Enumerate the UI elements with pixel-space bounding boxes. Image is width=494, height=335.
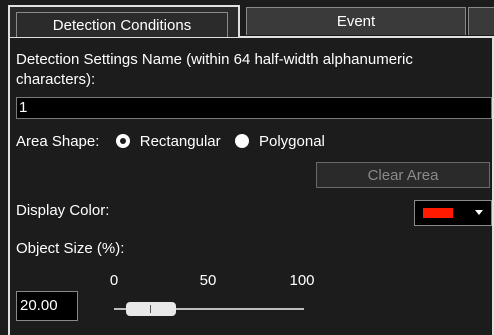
object-size-slider-thumb[interactable] [126,302,176,316]
tab-detection-conditions-label: Detection Conditions [52,16,192,34]
radio-rectangular[interactable]: Rectangular [115,133,225,150]
tab-event[interactable]: Event [246,7,466,35]
radio-polygonal[interactable]: Polygonal [234,133,325,150]
radio-rectangular-label: Rectangular [139,133,221,150]
detection-conditions-panel: Detection Settings Name (within 64 half-… [8,36,494,335]
chevron-down-icon [475,210,483,215]
display-color-swatch [423,208,453,218]
detection-settings-name-label: Detection Settings Name (within 64 half-… [16,51,413,68]
clear-area-label: Clear Area [367,166,439,184]
object-size-input[interactable]: 20.00 [16,291,78,321]
tab-detection-conditions[interactable]: Detection Conditions [8,5,240,37]
tab-overflow[interactable] [468,7,494,35]
detection-settings-name-label-cont: characters): [16,71,96,88]
tab-event-label: Event [336,13,376,30]
radio-rectangular-button[interactable] [115,134,130,148]
slider-tick-100: 100 [289,272,315,289]
tab-bar: Detection Conditions Event [0,0,494,37]
display-color-label: Display Color: [16,202,110,219]
clear-area-button[interactable]: Clear Area [316,162,490,188]
radio-polygonal-button[interactable] [234,134,249,148]
object-size-label: Object Size (%): [16,240,125,257]
radio-polygonal-label: Polygonal [258,133,325,150]
area-shape-label: Area Shape: [16,133,100,150]
slider-tick-50: 50 [199,272,217,289]
detection-settings-name-input[interactable]: 1 [16,97,492,119]
display-color-dropdown[interactable] [414,200,492,226]
area-shape-row: Area Shape: Rectangular Polygonal [16,132,325,152]
slider-tick-0: 0 [109,272,119,289]
